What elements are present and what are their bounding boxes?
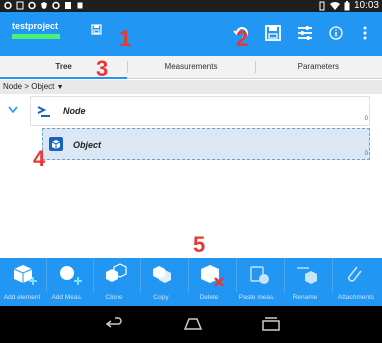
add-measurement-icon [60, 266, 82, 285]
wifi-icon [329, 2, 340, 10]
add-measurement-button[interactable] [46, 258, 88, 292]
app-bar: testproject [0, 12, 382, 56]
notification-icons [4, 1, 84, 10]
tree-object-count: 0 [364, 151, 368, 157]
status-bar: 10:03 [0, 0, 382, 12]
paste-measurement-icon [250, 266, 269, 284]
notification-c-icon [28, 1, 36, 10]
annotation-3: 3 [96, 56, 109, 81]
overflow-menu-icon[interactable] [356, 24, 374, 42]
tree-node-count: 0 [364, 116, 368, 122]
tab-measurements[interactable]: Measurements [127, 56, 254, 78]
home-icon[interactable] [182, 314, 204, 334]
shield-icon [41, 2, 47, 9]
annotation-2: 2 [236, 26, 249, 51]
add-element-button[interactable] [2, 258, 44, 292]
rename-button[interactable] [284, 258, 326, 292]
paste-measurement-label: Paste meas. [238, 294, 276, 301]
attachments-label: Attachments [337, 294, 375, 301]
gallery-icon [16, 1, 24, 10]
toolbar-labels: Add element Add Meas. Clone Copy Delete … [0, 292, 382, 306]
save-icon[interactable] [264, 24, 282, 42]
navigation-bar [0, 306, 382, 343]
project-save-icon[interactable] [91, 24, 102, 35]
tree-object-row[interactable]: Object 0 [42, 128, 370, 160]
tree-object-label: Object [73, 140, 102, 150]
attachments-button[interactable] [332, 258, 374, 292]
breadcrumb[interactable]: Node > Object ▼ [0, 80, 382, 94]
add-measurement-label: Add Meas. [51, 294, 83, 301]
notification-c-icon [52, 1, 60, 10]
clock: 10:03 [353, 0, 379, 11]
back-icon[interactable] [102, 314, 124, 334]
rename-icon [297, 267, 317, 284]
project-title: testproject [12, 21, 59, 31]
node-icon [37, 106, 50, 117]
annotation-4: 4 [33, 146, 46, 171]
tab-parameters[interactable]: Parameters [254, 56, 382, 78]
add-element-label: Add element [3, 294, 41, 301]
rename-label: Rename [292, 294, 318, 301]
vibrate-icon [319, 1, 325, 11]
delete-button[interactable] [188, 258, 230, 292]
photo-icon [65, 2, 71, 9]
paste-measurement-button[interactable] [236, 258, 278, 292]
bottom-toolbar [0, 258, 382, 292]
tree-node-row[interactable]: Node 0 [30, 96, 370, 126]
clone-button[interactable] [93, 258, 135, 292]
copy-label: Copy [153, 294, 169, 301]
tree-node-label: Node [63, 106, 86, 116]
copy-button[interactable] [140, 258, 182, 292]
copy-icon [153, 266, 171, 283]
battery-icon [344, 1, 350, 11]
expand-chevron-icon[interactable] [8, 106, 18, 114]
system-indicators: 10:03 [318, 0, 379, 12]
delete-label: Delete [199, 294, 219, 301]
add-element-icon [13, 265, 37, 285]
chevron-down-icon: ▼ [56, 84, 64, 91]
recent-apps-icon[interactable] [260, 314, 282, 334]
tab-bar: Tree Measurements Parameters [0, 56, 382, 79]
attachments-icon [348, 266, 362, 282]
object-icon [49, 137, 63, 151]
clone-icon [106, 263, 127, 282]
notification-c-icon [4, 1, 12, 10]
annotation-1: 1 [119, 26, 132, 51]
breadcrumb-path: Node > Object [3, 82, 55, 91]
settings-sliders-icon[interactable] [296, 24, 314, 42]
project-subtitle [12, 34, 60, 39]
annotation-5: 5 [193, 232, 206, 257]
info-icon[interactable] [327, 24, 345, 42]
clone-label: Clone [105, 294, 123, 301]
square-icon [77, 2, 83, 9]
delete-icon [201, 265, 224, 287]
